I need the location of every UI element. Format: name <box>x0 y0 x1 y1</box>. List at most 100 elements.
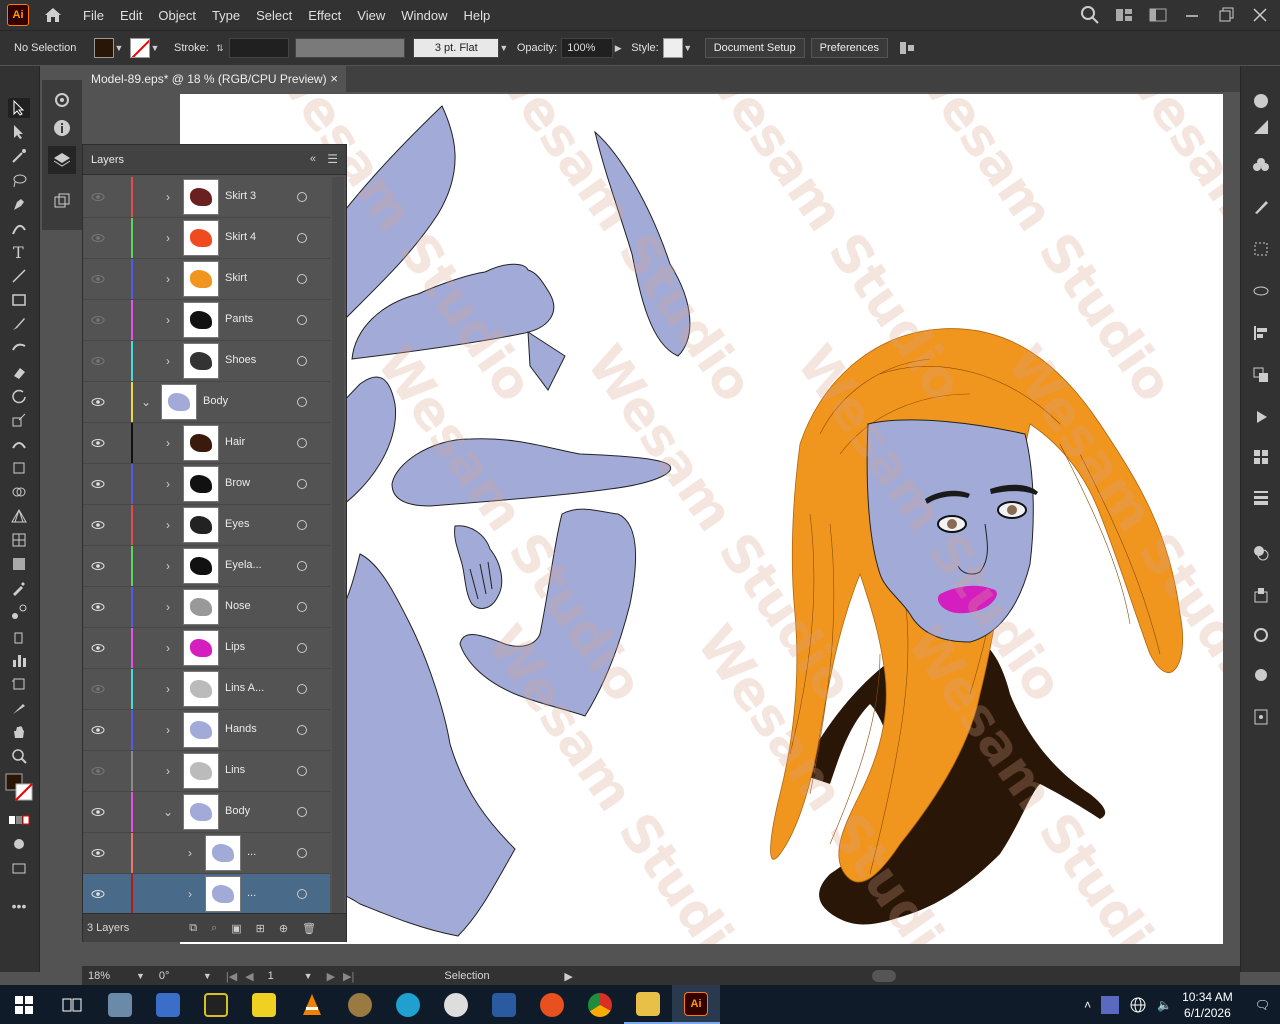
preferences-button[interactable]: Preferences <box>810 38 888 58</box>
chevron-right-icon[interactable]: › <box>185 845 195 861</box>
chevron-down-icon[interactable]: ▼ <box>203 971 212 981</box>
target-circle-icon[interactable] <box>297 725 307 735</box>
layer-row[interactable]: ⌄ Body <box>83 382 330 423</box>
magic-wand-tool-icon[interactable] <box>8 146 30 166</box>
menu-file[interactable]: File <box>75 8 112 23</box>
prev-artboard-icon[interactable]: ◀ <box>245 970 253 983</box>
chevron-right-icon[interactable]: › <box>163 271 173 287</box>
layer-row[interactable]: › Skirt 4 <box>83 218 330 259</box>
photos-app-icon[interactable] <box>96 985 144 1024</box>
arrange-icon[interactable] <box>1148 5 1168 25</box>
target-circle-icon[interactable] <box>297 807 307 817</box>
menu-object[interactable]: Object <box>150 8 204 23</box>
target-circle-icon[interactable] <box>297 438 307 448</box>
symbols-icon[interactable] <box>1251 586 1271 604</box>
rotation-value[interactable]: 0° <box>159 970 203 982</box>
next-artboard-icon[interactable]: ▶ <box>327 970 335 983</box>
target-circle-icon[interactable] <box>297 192 307 202</box>
new-sublayer-icon[interactable]: ⊞ <box>256 922 265 935</box>
pen-tool-icon[interactable] <box>8 194 30 214</box>
menu-effect[interactable]: Effect <box>300 8 349 23</box>
target-circle-icon[interactable] <box>297 356 307 366</box>
artboard-number[interactable]: 1 <box>268 970 304 982</box>
brushes-icon[interactable] <box>1251 198 1271 216</box>
rotate-tool-icon[interactable] <box>8 386 30 406</box>
scale-tool-icon[interactable] <box>8 410 30 430</box>
free-transform-tool-icon[interactable] <box>8 458 30 478</box>
restore-icon[interactable] <box>1216 5 1236 25</box>
chevron-right-icon[interactable]: ▶ <box>564 970 572 983</box>
rectangle-tool-icon[interactable] <box>8 290 30 310</box>
target-circle-icon[interactable] <box>297 602 307 612</box>
swatches-icon[interactable] <box>1251 448 1271 466</box>
pen-tray-icon[interactable] <box>1101 995 1120 1014</box>
screen-mode-icon[interactable] <box>8 858 30 878</box>
visibility-eye-icon[interactable] <box>91 682 105 696</box>
stroke-panel-icon[interactable] <box>1251 488 1271 506</box>
layer-row[interactable]: ⌄ Body <box>83 792 330 833</box>
document-setup-button[interactable]: Document Setup <box>704 38 805 58</box>
chevron-down-icon[interactable]: ▼ <box>150 38 160 58</box>
clipping-mask-icon[interactable]: ▣ <box>231 922 241 935</box>
current-tool[interactable]: Selection <box>444 970 564 982</box>
close-tab-icon[interactable]: × <box>330 71 338 86</box>
chevron-right-icon[interactable]: › <box>163 558 173 574</box>
locate-object-icon[interactable]: ⌕ <box>211 922 217 935</box>
clock[interactable]: 10:34 AM 6/1/2026 <box>1182 989 1233 1021</box>
chevron-right-icon[interactable]: ▶ <box>613 38 623 58</box>
target-circle-icon[interactable] <box>297 397 307 407</box>
visibility-eye-icon[interactable] <box>91 805 105 819</box>
column-graph-tool-icon[interactable] <box>8 650 30 670</box>
transform-icon[interactable] <box>1251 240 1271 258</box>
links-icon[interactable] <box>1251 282 1271 300</box>
target-circle-icon[interactable] <box>297 848 307 858</box>
direct-selection-tool-icon[interactable] <box>8 122 30 142</box>
graphic-style-swatch[interactable] <box>662 38 683 58</box>
stroke-swatch[interactable] <box>130 38 150 58</box>
firefox-icon[interactable] <box>528 985 576 1024</box>
chevron-right-icon[interactable]: › <box>163 681 173 697</box>
chevron-right-icon[interactable]: › <box>163 476 173 492</box>
chevron-right-icon[interactable]: › <box>163 353 173 369</box>
selection-tool-icon[interactable] <box>8 98 30 118</box>
last-artboard-icon[interactable]: ▶| <box>343 970 354 983</box>
visibility-eye-icon[interactable] <box>91 846 105 860</box>
visibility-eye-icon[interactable] <box>91 600 105 614</box>
lasso-tool-icon[interactable] <box>8 170 30 190</box>
opacity-field[interactable]: 100% <box>561 38 614 58</box>
stroke-weight-field[interactable] <box>228 38 289 58</box>
chevron-right-icon[interactable]: › <box>163 230 173 246</box>
zoom-level[interactable]: 18% <box>88 970 136 982</box>
width-tool-icon[interactable] <box>8 434 30 454</box>
curvature-tool-icon[interactable] <box>8 218 30 238</box>
target-circle-icon[interactable] <box>297 561 307 571</box>
shaper-tool-icon[interactable] <box>8 338 30 358</box>
target-circle-icon[interactable] <box>297 479 307 489</box>
info-icon[interactable] <box>52 118 72 141</box>
menu-select[interactable]: Select <box>248 8 300 23</box>
club-symbol-icon[interactable] <box>1251 156 1271 174</box>
layer-row[interactable]: › Lins A... <box>83 669 330 710</box>
visibility-eye-icon[interactable] <box>91 641 105 655</box>
target-circle-icon[interactable] <box>297 315 307 325</box>
properties-icon[interactable] <box>52 90 72 113</box>
chevron-right-icon[interactable]: › <box>163 599 173 615</box>
gradient-tool-icon[interactable] <box>8 554 30 574</box>
align-icon[interactable] <box>898 39 916 57</box>
appearance-icon[interactable] <box>1251 544 1271 562</box>
volume-icon[interactable]: 🔈 <box>1157 998 1172 1012</box>
new-layer-icon[interactable]: ⊕ <box>279 922 288 935</box>
layer-row[interactable]: › Pants <box>83 300 330 341</box>
menu-type[interactable]: Type <box>204 8 248 23</box>
inkscape-icon[interactable] <box>432 985 480 1024</box>
layer-row[interactable]: › Nose <box>83 587 330 628</box>
visibility-eye-icon[interactable] <box>91 313 105 327</box>
target-circle-icon[interactable] <box>297 684 307 694</box>
visibility-eye-icon[interactable] <box>91 272 105 286</box>
document-tab[interactable]: Model-89.eps* @ 18 % (RGB/CPU Preview) × <box>82 66 346 92</box>
chevron-up-icon[interactable]: ˄ <box>1084 998 1091 1012</box>
visibility-eye-icon[interactable] <box>91 395 105 409</box>
target-circle-icon[interactable] <box>297 233 307 243</box>
chevron-down-icon[interactable]: ▼ <box>136 971 145 981</box>
paintbrush-tool-icon[interactable] <box>8 314 30 334</box>
